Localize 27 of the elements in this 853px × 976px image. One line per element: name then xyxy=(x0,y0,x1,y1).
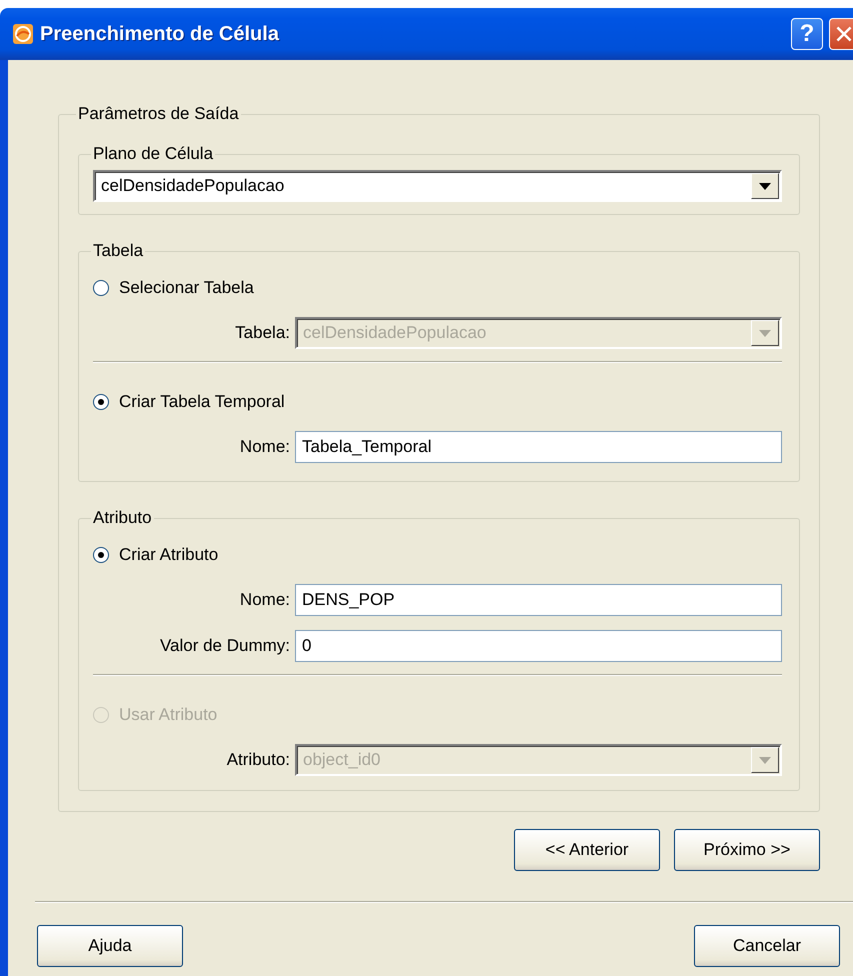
text-field[interactable]: 0 xyxy=(295,630,782,662)
radio-button[interactable] xyxy=(93,280,109,296)
field-label: Valor de Dummy: xyxy=(158,636,290,656)
window-title: Preenchimento de Célula xyxy=(40,22,280,46)
group-title: Atributo xyxy=(92,508,153,528)
radio-button[interactable] xyxy=(93,394,109,410)
field-label: Atributo: xyxy=(226,750,290,770)
cancel-button[interactable]: Cancelar xyxy=(694,925,840,967)
next-button[interactable]: Próximo >> xyxy=(674,829,820,871)
field-label: Nome: xyxy=(238,590,290,610)
group-title: Plano de Célula xyxy=(92,144,214,164)
group-title: Tabela xyxy=(92,241,144,261)
text-field[interactable]: DENS_POP xyxy=(295,584,782,616)
radio-label[interactable]: Selecionar Tabela xyxy=(119,278,254,298)
group-title: Parâmetros de Saída xyxy=(77,104,240,124)
radio-label[interactable]: Criar Tabela Temporal xyxy=(119,392,285,412)
help-button[interactable]: Ajuda xyxy=(37,925,183,967)
radio-label[interactable]: Criar Atributo xyxy=(119,545,218,565)
text-field[interactable]: Tabela_Temporal xyxy=(295,431,782,463)
field-label: Tabela: xyxy=(234,323,290,343)
help-button[interactable]: ? xyxy=(791,18,823,50)
close-button[interactable] xyxy=(829,18,853,50)
radio-button[interactable] xyxy=(93,547,109,563)
app-logo-icon xyxy=(12,23,34,45)
back-button[interactable]: << Anterior xyxy=(514,829,660,871)
dropdown-field[interactable]: celDensidadePopulacao xyxy=(93,170,782,202)
field-label: Nome: xyxy=(238,437,290,457)
